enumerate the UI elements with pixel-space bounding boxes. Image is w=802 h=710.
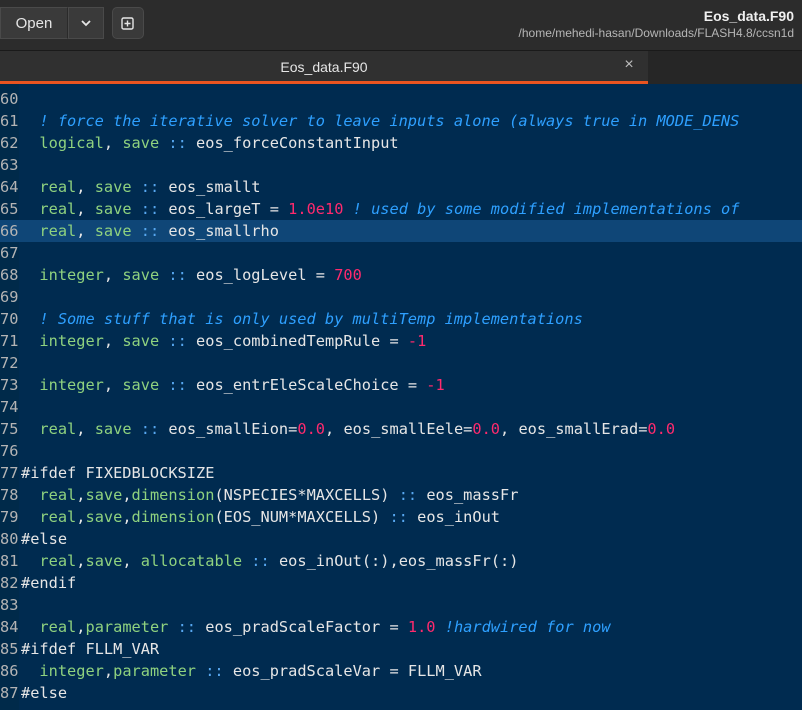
chevron-down-icon bbox=[81, 20, 91, 27]
code-line[interactable]: 60 bbox=[0, 88, 802, 110]
line-text: integer, save :: eos_combinedTempRule = … bbox=[39, 332, 427, 350]
line-number: 86 bbox=[0, 662, 19, 680]
code-line[interactable]: 76 bbox=[0, 440, 802, 462]
line-number: 76 bbox=[0, 442, 19, 460]
line-text: real, save :: eos_smallrho bbox=[39, 222, 279, 240]
line-number: 69 bbox=[0, 288, 19, 306]
line-number: 85 bbox=[0, 640, 19, 658]
code-line[interactable]: 63 bbox=[0, 154, 802, 176]
code-line[interactable]: 81 real,save, allocatable :: eos_inOut(:… bbox=[0, 550, 802, 572]
line-number: 67 bbox=[0, 244, 19, 262]
code-line[interactable]: 77 #ifdef FIXEDBLOCKSIZE bbox=[0, 462, 802, 484]
line-text: ! force the iterative solver to leave in… bbox=[39, 112, 740, 130]
line-number: 75 bbox=[0, 420, 19, 438]
line-text: #endif bbox=[21, 574, 77, 592]
code-line[interactable]: 72 bbox=[0, 352, 802, 374]
line-number: 83 bbox=[0, 596, 19, 614]
line-number: 77 bbox=[0, 464, 19, 482]
line-number: 65 bbox=[0, 200, 19, 218]
line-number: 74 bbox=[0, 398, 19, 416]
new-tab-icon bbox=[121, 17, 134, 30]
line-number: 62 bbox=[0, 134, 19, 152]
line-number: 73 bbox=[0, 376, 19, 394]
code-line[interactable]: 84 real,parameter :: eos_pradScaleFactor… bbox=[0, 616, 802, 638]
new-tab-button[interactable] bbox=[112, 7, 144, 39]
tab-label: Eos_data.F90 bbox=[280, 59, 368, 75]
line-number: 82 bbox=[0, 574, 19, 592]
line-number: 71 bbox=[0, 332, 19, 350]
close-icon[interactable]: × bbox=[620, 56, 638, 74]
code-line[interactable]: 82 #endif bbox=[0, 572, 802, 594]
code-line[interactable]: 86 integer,parameter :: eos_pradScaleVar… bbox=[0, 660, 802, 682]
line-number: 64 bbox=[0, 178, 19, 196]
open-button[interactable]: Open bbox=[0, 7, 68, 39]
line-text: real, save :: eos_smallt bbox=[39, 178, 261, 196]
file-name: Eos_data.F90 bbox=[703, 8, 794, 24]
line-number: 80 bbox=[0, 530, 19, 548]
code-line[interactable]: 70 ! Some stuff that is only used by mul… bbox=[0, 308, 802, 330]
code-line[interactable]: 66 real, save :: eos_smallrho bbox=[0, 220, 802, 242]
line-number: 87 bbox=[0, 684, 19, 702]
code-line[interactable]: 61 ! force the iterative solver to leave… bbox=[0, 110, 802, 132]
code-editor[interactable]: 60 61 ! force the iterative solver to lea… bbox=[0, 84, 802, 710]
code-line[interactable]: 64 real, save :: eos_smallt bbox=[0, 176, 802, 198]
line-number: 84 bbox=[0, 618, 19, 636]
line-text: #else bbox=[21, 530, 68, 548]
code-line[interactable]: 83 bbox=[0, 594, 802, 616]
code-line[interactable]: 79 real,save,dimension(EOS_NUM*MAXCELLS)… bbox=[0, 506, 802, 528]
line-text: real,save,dimension(EOS_NUM*MAXCELLS) ::… bbox=[39, 508, 500, 526]
file-path: /home/mehedi-hasan/Downloads/FLASH4.8/cc… bbox=[518, 26, 794, 40]
line-number: 60 bbox=[0, 90, 19, 108]
code-line[interactable]: 62 logical, save :: eos_forceConstantInp… bbox=[0, 132, 802, 154]
line-number: 72 bbox=[0, 354, 19, 372]
line-text: #ifdef FIXEDBLOCKSIZE bbox=[21, 464, 215, 482]
code-line[interactable]: 69 bbox=[0, 286, 802, 308]
code-line[interactable]: 87 #else bbox=[0, 682, 802, 704]
line-text: integer, save :: eos_logLevel = 700 bbox=[39, 266, 362, 284]
line-text: integer,parameter :: eos_pradScaleVar = … bbox=[39, 662, 482, 680]
code-line[interactable]: 73 integer, save :: eos_entrEleScaleChoi… bbox=[0, 374, 802, 396]
code-line[interactable]: 68 integer, save :: eos_logLevel = 700 bbox=[0, 264, 802, 286]
line-text: real,save,dimension(NSPECIES*MAXCELLS) :… bbox=[39, 486, 519, 504]
window-title: Eos_data.F90 /home/mehedi-hasan/Download… bbox=[519, 8, 794, 41]
line-text: ! Some stuff that is only used by multiT… bbox=[39, 310, 583, 328]
line-text: real,save, allocatable :: eos_inOut(:),e… bbox=[39, 552, 519, 570]
code-line[interactable]: 85 #ifdef FLLM_VAR bbox=[0, 638, 802, 660]
code-lines: 60 61 ! force the iterative solver to lea… bbox=[0, 88, 802, 704]
open-menu-button[interactable] bbox=[68, 7, 104, 39]
tab-eos-data[interactable]: Eos_data.F90 × bbox=[0, 51, 648, 84]
code-line[interactable]: 78 real,save,dimension(NSPECIES*MAXCELLS… bbox=[0, 484, 802, 506]
line-number: 70 bbox=[0, 310, 19, 328]
code-line[interactable]: 71 integer, save :: eos_combinedTempRule… bbox=[0, 330, 802, 352]
code-line[interactable]: 75 real, save :: eos_smallEion=0.0, eos_… bbox=[0, 418, 802, 440]
code-line[interactable]: 67 bbox=[0, 242, 802, 264]
line-number: 79 bbox=[0, 508, 19, 526]
line-text: #ifdef FLLM_VAR bbox=[21, 640, 160, 658]
line-number: 78 bbox=[0, 486, 19, 504]
line-text: real,parameter :: eos_pradScaleFactor = … bbox=[39, 618, 611, 636]
code-line[interactable]: 65 real, save :: eos_largeT = 1.0e10 ! u… bbox=[0, 198, 802, 220]
tab-bar: Eos_data.F90 × bbox=[0, 50, 802, 85]
code-line[interactable]: 80 #else bbox=[0, 528, 802, 550]
line-number: 61 bbox=[0, 112, 19, 130]
line-text: integer, save :: eos_entrEleScaleChoice … bbox=[39, 376, 445, 394]
line-text: real, save :: eos_smallEion=0.0, eos_sma… bbox=[39, 420, 676, 438]
line-number: 68 bbox=[0, 266, 19, 284]
line-number: 81 bbox=[0, 552, 19, 570]
line-text: logical, save :: eos_forceConstantInput bbox=[39, 134, 399, 152]
header-bar: Open Eos_data.F90 /home/mehedi-hasan/Dow… bbox=[0, 0, 802, 50]
line-number: 66 bbox=[0, 222, 19, 240]
line-text: #else bbox=[21, 684, 68, 702]
code-line[interactable]: 74 bbox=[0, 396, 802, 418]
line-number: 63 bbox=[0, 156, 19, 174]
line-text: real, save :: eos_largeT = 1.0e10 ! used… bbox=[39, 200, 740, 218]
